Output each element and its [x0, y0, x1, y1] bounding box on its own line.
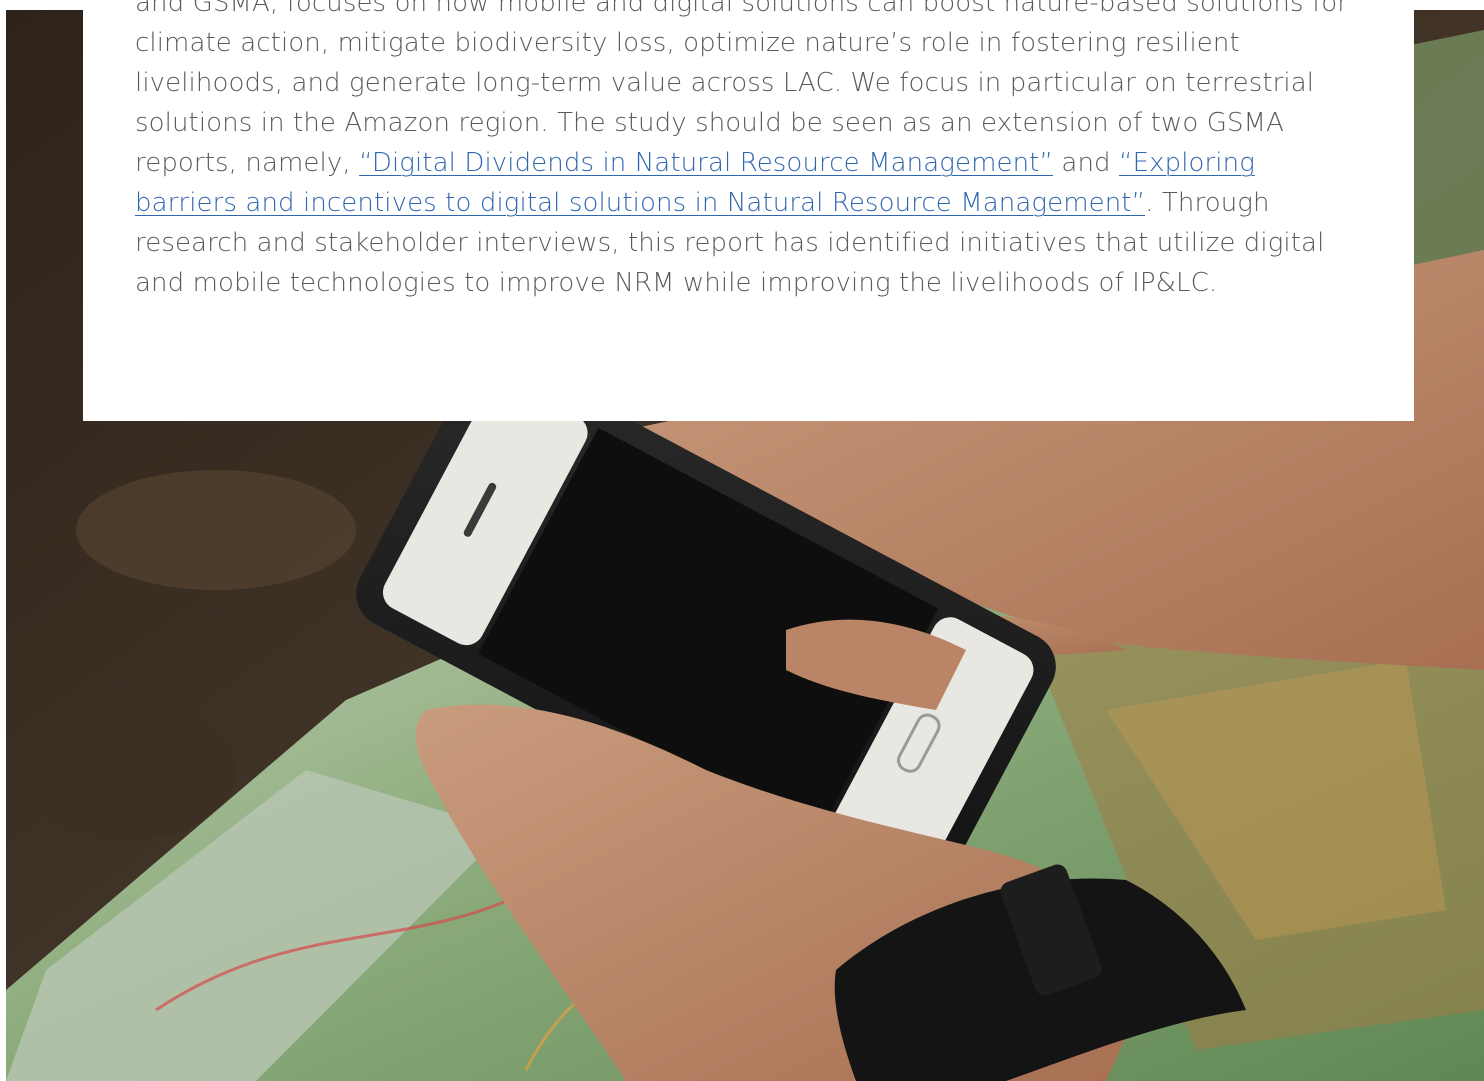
intro-text-card: and GSMA, focuses on how mobile and digi…: [83, 0, 1414, 421]
digital-dividends-report-link[interactable]: “Digital Dividends in Natural Resource M…: [359, 148, 1053, 178]
intro-text-between-links: and: [1053, 148, 1119, 178]
report-page: and GSMA, focuses on how mobile and digi…: [0, 0, 1484, 1081]
intro-paragraph: and GSMA, focuses on how mobile and digi…: [135, 0, 1362, 303]
